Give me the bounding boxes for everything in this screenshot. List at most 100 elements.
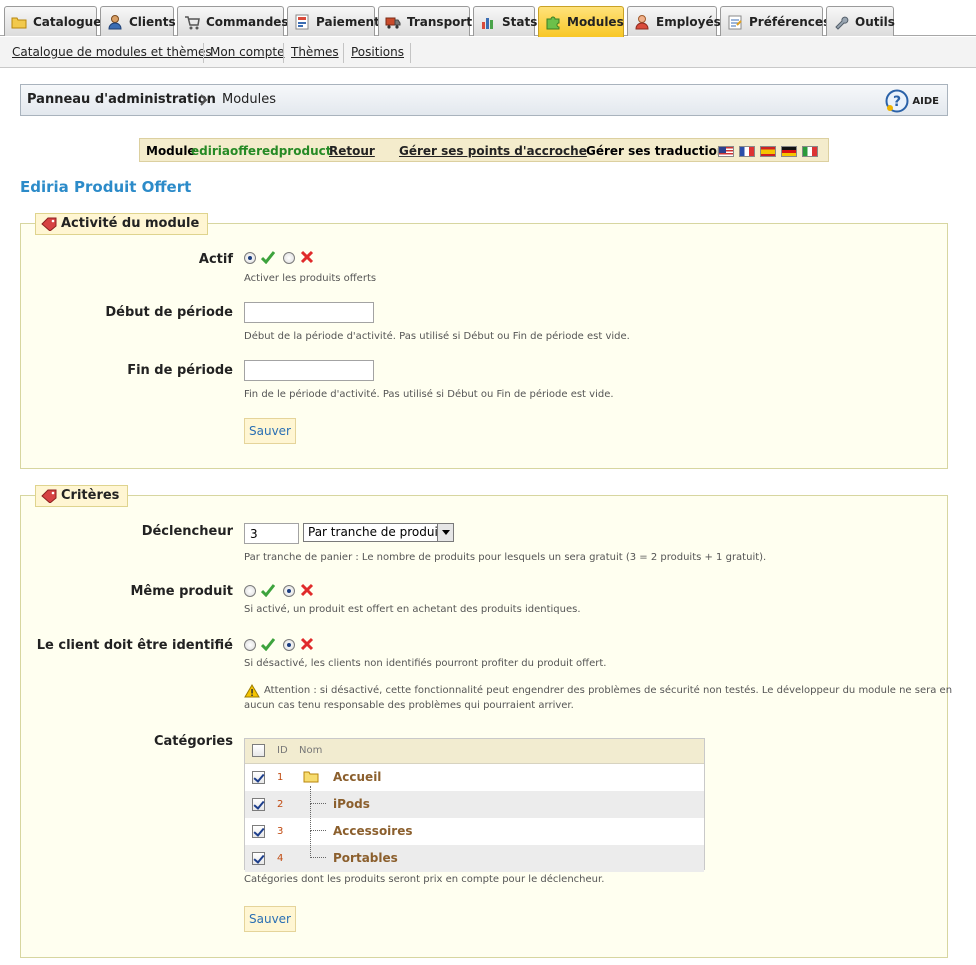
legend-text: Activité du module: [61, 216, 200, 231]
help-button[interactable]: ? AIDE: [885, 89, 939, 113]
flag-fr-icon[interactable]: [739, 146, 755, 157]
tab-preferences[interactable]: Préférences: [720, 6, 830, 36]
tab-catalogue[interactable]: Catalogue: [4, 6, 101, 36]
category-checkbox[interactable]: [252, 825, 265, 838]
submenu-separator: [283, 43, 284, 63]
category-name[interactable]: Accueil: [333, 770, 381, 784]
flag-de-icon[interactable]: [781, 146, 797, 157]
preferences-icon: [727, 14, 743, 30]
breadcrumb-current: Modules: [222, 92, 277, 107]
criteria-legend: Critères: [35, 485, 129, 507]
end-date-input[interactable]: [244, 360, 374, 381]
manage-hooks-link[interactable]: Gérer ses points d'accroche: [399, 144, 587, 158]
save-button[interactable]: Sauver: [244, 906, 296, 932]
warning-text-line2: aucun cas tenu responsable des problèmes…: [244, 700, 574, 711]
categories-table-header: ID Nom: [245, 739, 704, 764]
submenu-separator: [410, 43, 411, 63]
category-name[interactable]: Accessoires: [333, 824, 413, 838]
start-date-input[interactable]: [244, 302, 374, 323]
back-link[interactable]: Retour: [329, 144, 375, 158]
tab-label: Clients: [129, 14, 176, 29]
category-checkbox[interactable]: [252, 798, 265, 811]
trigger-hint: Par tranche de panier : Le nombre de pro…: [244, 552, 767, 563]
column-name: Nom: [299, 745, 323, 756]
tab-modules[interactable]: Modules: [538, 6, 624, 37]
submenu-positions[interactable]: Positions: [351, 45, 404, 59]
category-id: 3: [277, 826, 284, 837]
tab-employes[interactable]: Employés: [627, 6, 721, 36]
category-checkbox[interactable]: [252, 771, 265, 784]
submenu-separator: [203, 43, 204, 63]
help-icon: ?: [885, 89, 909, 113]
manage-translations-label: Gérer ses traductions: [586, 144, 733, 158]
tab-commandes[interactable]: Commandes: [177, 6, 289, 36]
module-toolbar: Module ediriaofferedproduct Retour Gérer…: [139, 138, 829, 162]
flag-es-icon[interactable]: [760, 146, 776, 157]
select-all-checkbox[interactable]: [252, 744, 265, 757]
identified-no-radio[interactable]: [283, 639, 295, 651]
warning-icon: [244, 684, 260, 698]
trigger-label: Déclencheur: [141, 524, 233, 539]
active-no-radio[interactable]: [283, 252, 295, 264]
wrench-icon: [833, 14, 849, 30]
category-id: 4: [277, 853, 284, 864]
same-product-yes-radio[interactable]: [244, 585, 256, 597]
check-icon: [260, 583, 276, 598]
check-icon: [260, 637, 276, 652]
category-row[interactable]: 4 Portables: [245, 831, 704, 872]
tab-clients[interactable]: Clients: [100, 6, 176, 36]
submenu-mon-compte[interactable]: Mon compte: [210, 45, 284, 59]
identified-label: Le client doit être identifié: [36, 638, 233, 653]
tag-icon: [41, 489, 57, 504]
cross-icon: [300, 583, 314, 597]
category-checkbox[interactable]: [252, 852, 265, 865]
trigger-mode-select[interactable]: Par tranche de produit: [303, 523, 454, 542]
active-yes-radio[interactable]: [244, 252, 256, 264]
tab-label: Modules: [567, 15, 624, 29]
folder-icon: [303, 769, 319, 783]
submenu-separator: [343, 43, 344, 63]
flag-it-icon[interactable]: [802, 146, 818, 157]
tree-connector: [310, 831, 326, 858]
puzzle-icon: [545, 14, 561, 30]
cart-icon: [184, 14, 200, 30]
sub-menu: Catalogue de modules et thèmes Mon compt…: [0, 37, 976, 68]
svg-text:?: ?: [893, 94, 901, 110]
cross-icon: [300, 250, 314, 264]
activity-legend: Activité du module: [35, 213, 209, 235]
identified-yes-radio[interactable]: [244, 639, 256, 651]
active-label: Actif: [198, 252, 233, 267]
chevron-down-icon: [437, 524, 453, 541]
category-name[interactable]: iPods: [333, 797, 370, 811]
tab-label: Transport: [407, 14, 473, 29]
active-hint: Activer les produits offerts: [244, 273, 377, 284]
trigger-quantity-input[interactable]: [244, 523, 299, 544]
criteria-fieldset: Critères Déclencheur Par tranche de prod…: [20, 485, 952, 958]
tab-outils[interactable]: Outils: [826, 6, 895, 36]
start-hint: Début de la période d'activité. Pas util…: [244, 331, 630, 342]
cross-icon: [300, 637, 314, 651]
user-icon: [107, 14, 123, 30]
flag-en-icon[interactable]: [718, 146, 734, 157]
tab-transport[interactable]: Transport: [378, 6, 473, 36]
breadcrumb-home[interactable]: Panneau d'administration: [27, 92, 216, 107]
same-product-no-radio[interactable]: [283, 585, 295, 597]
save-button[interactable]: Sauver: [244, 418, 296, 444]
page-title: Ediria Produit Offert: [20, 178, 192, 196]
submenu-catalogue-modules[interactable]: Catalogue de modules et thèmes: [12, 45, 212, 59]
module-name: ediriaofferedproduct: [191, 144, 332, 158]
category-name[interactable]: Portables: [333, 851, 398, 865]
main-tabs: Catalogue Clients Commandes Paiement Tra…: [0, 0, 976, 37]
activity-fieldset: Activité du module Actif Activer les pro…: [20, 213, 948, 469]
warning-text-line1: Attention : si désactivé, cette fonction…: [264, 685, 953, 696]
submenu-themes[interactable]: Thèmes: [291, 45, 339, 59]
tree-connector: [310, 786, 326, 804]
truck-icon: [385, 14, 401, 30]
breadcrumb: Panneau d'administration Modules ? AIDE: [20, 84, 948, 116]
tab-paiement[interactable]: Paiement: [287, 6, 380, 36]
start-label: Début de période: [105, 305, 233, 320]
chevron-right-icon: [200, 94, 208, 106]
tab-label: Outils: [855, 14, 895, 29]
same-product-label: Même produit: [130, 584, 233, 599]
tab-stats[interactable]: Stats: [473, 6, 537, 36]
